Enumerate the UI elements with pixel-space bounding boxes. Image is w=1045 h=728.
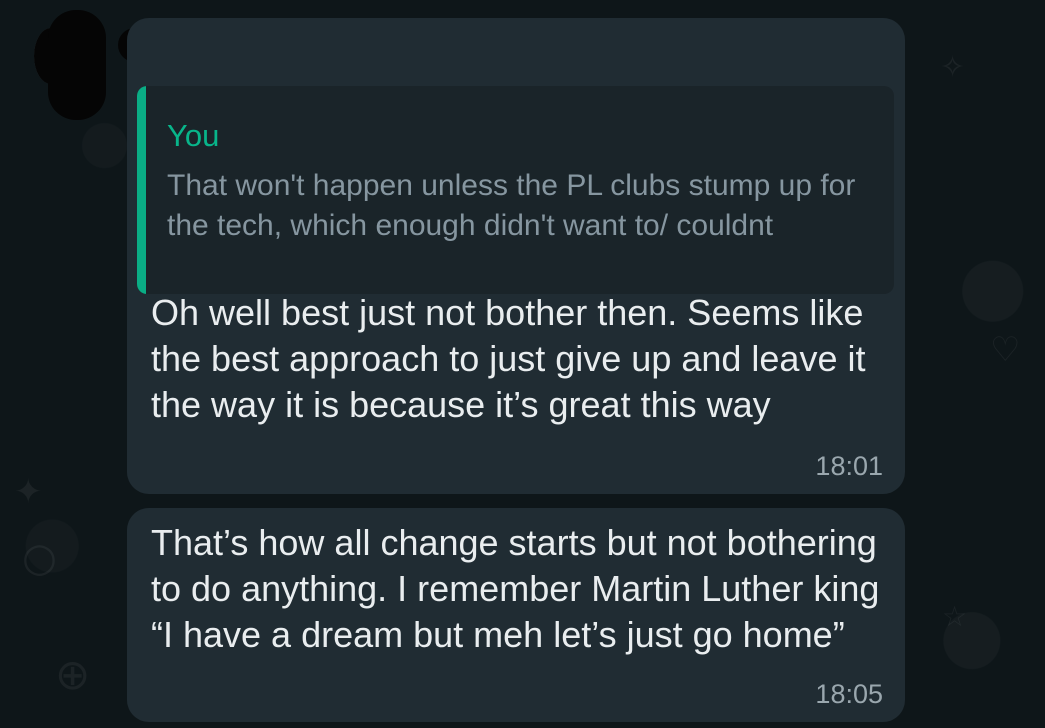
message-time: 18:01 bbox=[815, 451, 883, 481]
redaction-scribble bbox=[48, 10, 106, 120]
message-bubble[interactable]: You That won't happen unless the PL club… bbox=[127, 18, 905, 494]
message-bubble[interactable]: That’s how all change starts but not bot… bbox=[127, 508, 905, 722]
quoted-reply[interactable]: You That won't happen unless the PL club… bbox=[137, 86, 894, 294]
compass-doodle-icon: ⊕ bbox=[55, 650, 91, 699]
quote-text: That won't happen unless the PL clubs st… bbox=[167, 169, 856, 242]
message-text: Oh well best just not bother then. Seems… bbox=[151, 292, 866, 425]
star-doodle-icon: ☆ bbox=[942, 600, 968, 633]
quote-accent-bar bbox=[137, 86, 146, 294]
star-doodle-icon: ✦ bbox=[14, 472, 43, 512]
quote-author: You bbox=[167, 118, 220, 153]
heart-doodle-icon: ♡ bbox=[990, 330, 1021, 370]
message-text: That’s how all change starts but not bot… bbox=[151, 522, 880, 655]
circle-doodle-icon: ○ bbox=[22, 535, 57, 581]
message-time: 18:05 bbox=[815, 679, 883, 709]
star-doodle-icon: ✧ bbox=[940, 50, 966, 85]
